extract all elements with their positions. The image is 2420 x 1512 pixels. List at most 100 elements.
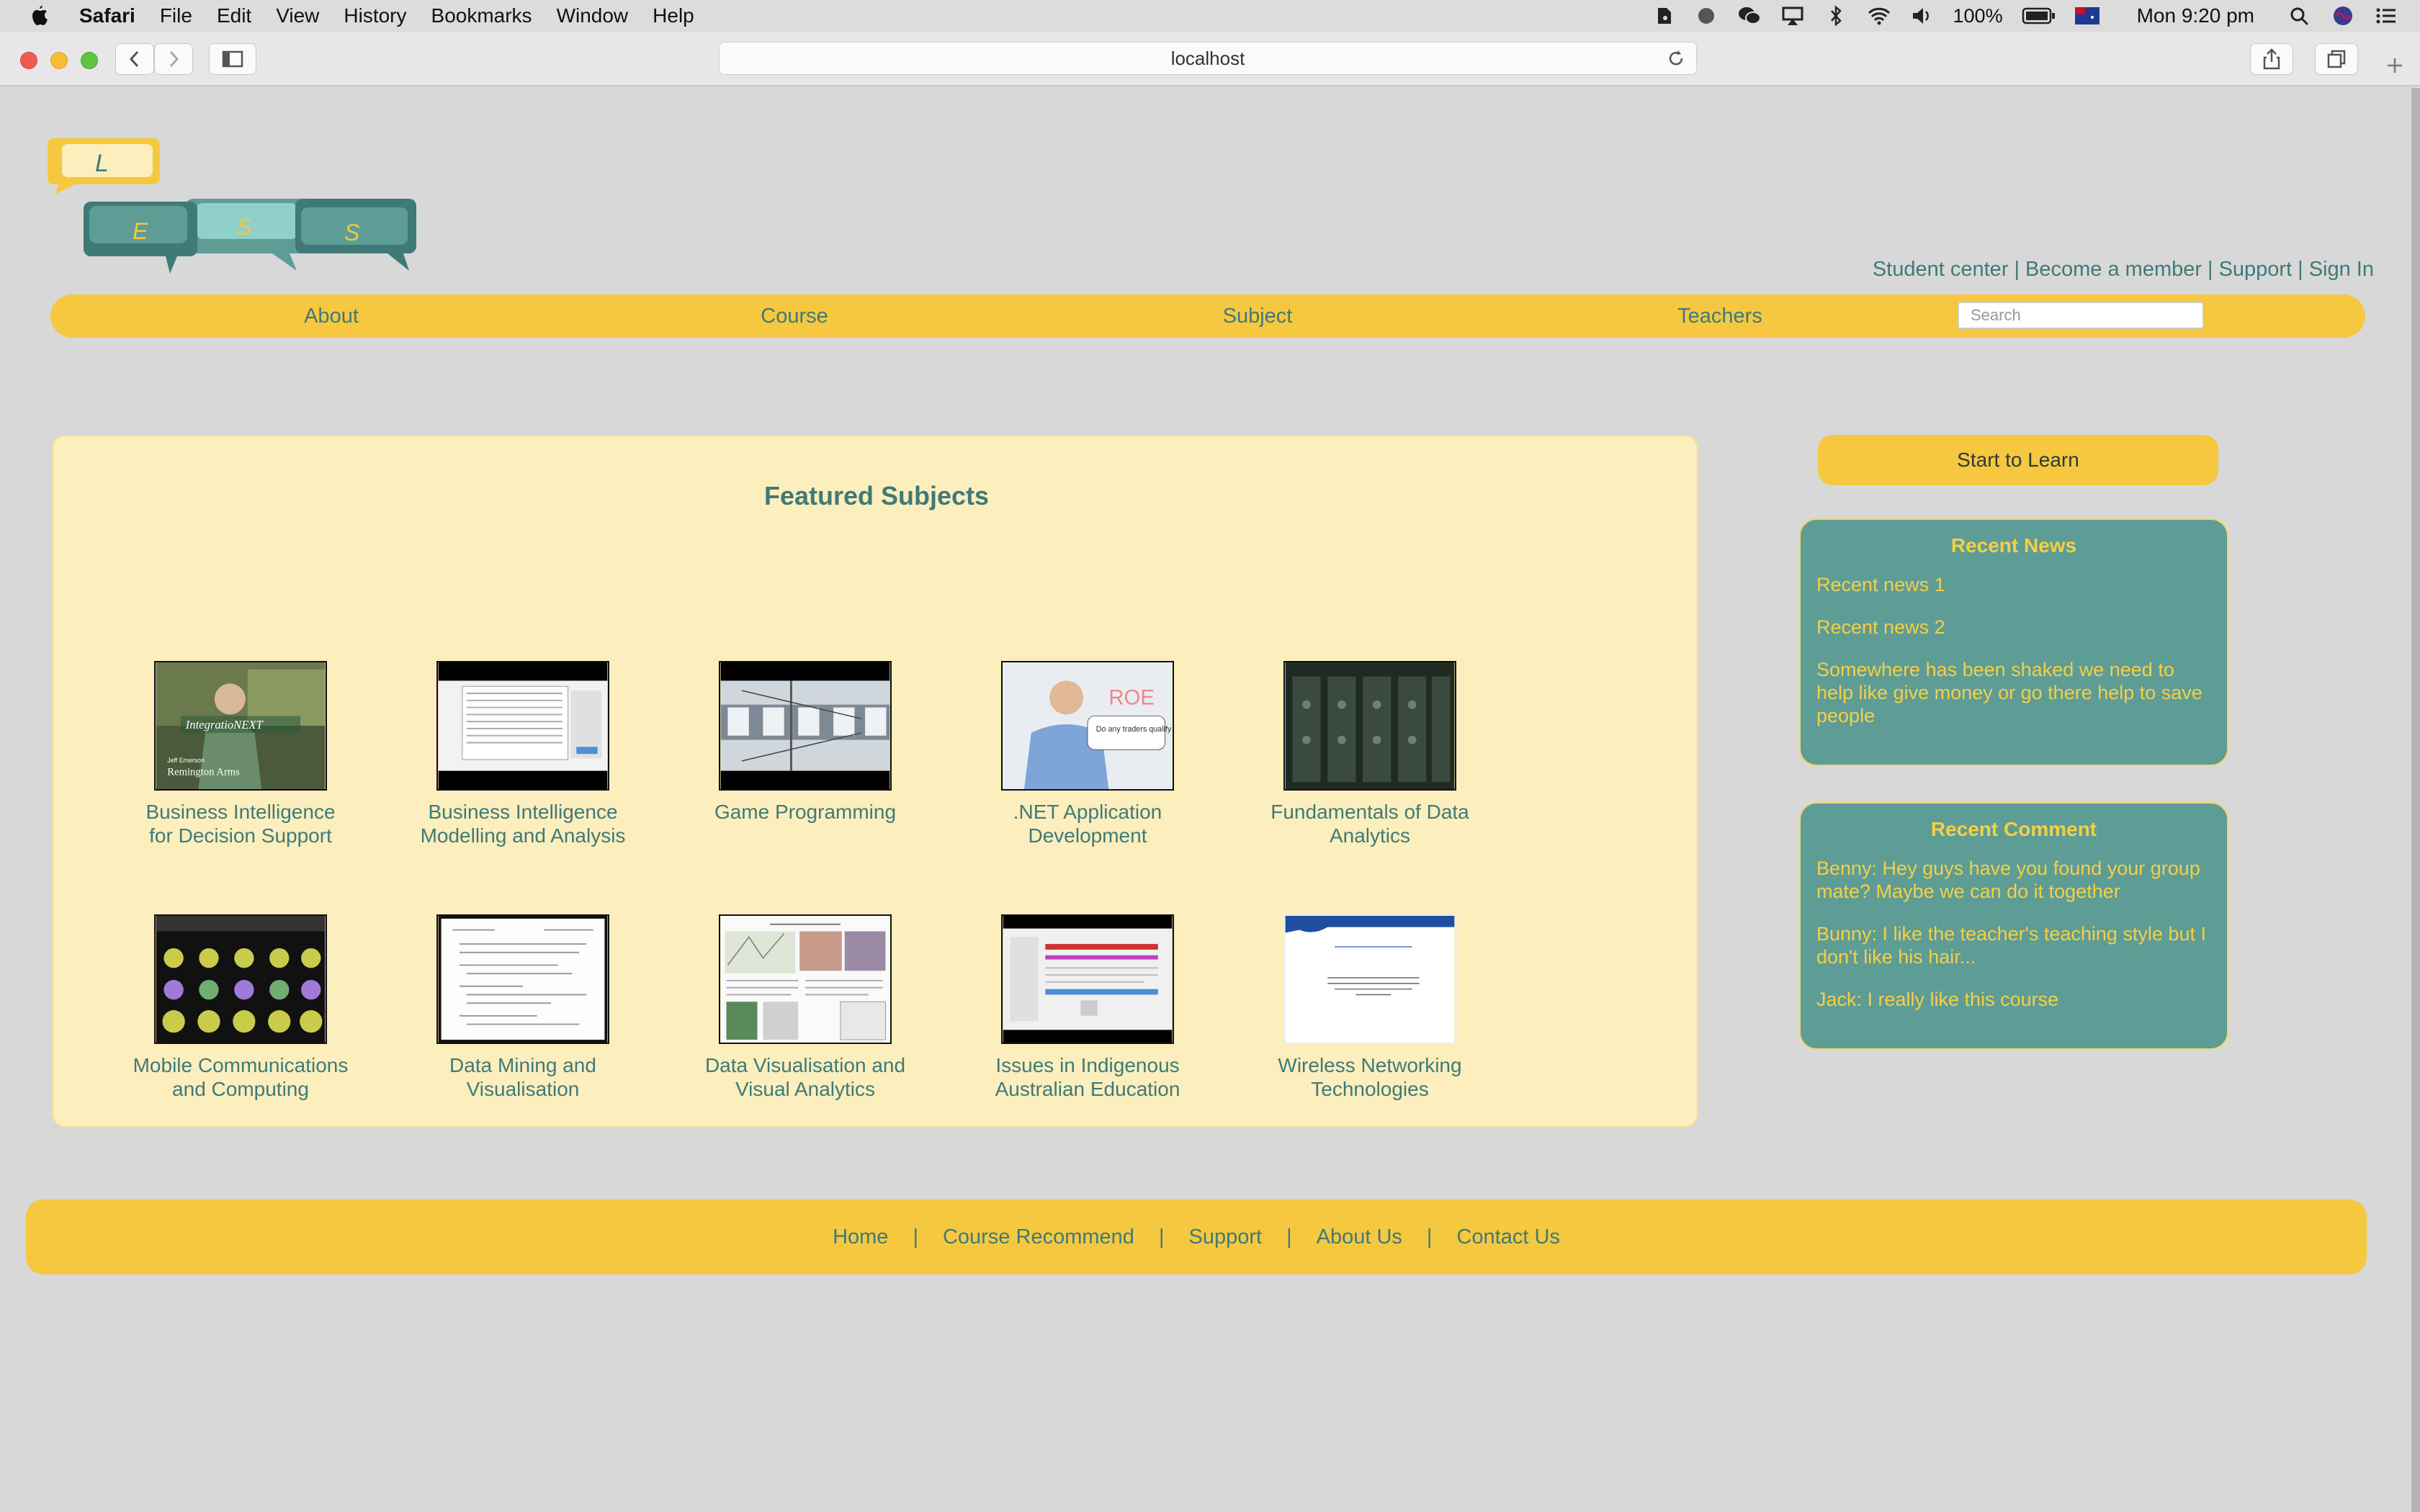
subject-card[interactable]: Data Visualisation and Visual Analytics — [690, 914, 920, 1101]
address-bar[interactable]: localhost — [719, 42, 1697, 75]
site-logo[interactable]: L S E S — [48, 132, 422, 276]
subject-title[interactable]: .NET Application Development — [972, 800, 1203, 847]
menu-file[interactable]: File — [160, 4, 192, 27]
thumb-whiteboard-text: ROE — [1108, 686, 1155, 710]
footer-separator: | — [1286, 1225, 1292, 1248]
tab-overview-button[interactable] — [2315, 43, 2358, 75]
subject-thumbnail[interactable]: IntegratioNEXT Jeff Emerson Remington Ar… — [154, 661, 327, 791]
search-input[interactable] — [1958, 302, 2204, 329]
tabs-icon — [2327, 50, 2346, 68]
minimize-window-button[interactable] — [50, 52, 68, 69]
chevron-right-icon — [169, 50, 179, 68]
subject-thumbnail[interactable] — [436, 661, 609, 791]
subject-title[interactable]: Data Mining and Visualisation — [408, 1053, 638, 1101]
apple-icon[interactable] — [29, 4, 50, 27]
wechat-icon[interactable] — [1737, 5, 1762, 27]
subject-thumbnail[interactable]: ROE Do any traders qualify as a startup? — [1001, 661, 1218, 791]
bluetooth-icon[interactable] — [1824, 5, 1848, 27]
spotlight-search-icon[interactable] — [2287, 5, 2312, 27]
footer-course-recommend-link[interactable]: Course Recommend — [943, 1225, 1134, 1249]
link-separator: | — [2298, 258, 2303, 281]
evernote-icon[interactable] — [1651, 5, 1675, 27]
subject-title[interactable]: Issues in Indigenous Australian Education — [972, 1053, 1203, 1101]
footer-separator: | — [1158, 1225, 1165, 1248]
close-window-button[interactable] — [20, 52, 37, 69]
input-source-flag-icon[interactable] — [2074, 7, 2099, 24]
menu-edit[interactable]: Edit — [217, 4, 251, 27]
main-nav: About Course Subject Teachers — [50, 294, 2365, 338]
subject-card[interactable]: Data Mining and Visualisation — [408, 914, 638, 1101]
subject-thumbnail[interactable] — [1283, 661, 1456, 791]
subject-title[interactable]: Business Intelligence Modelling and Analy… — [408, 800, 638, 847]
recent-news-title: Recent News — [1950, 534, 2077, 557]
volume-icon[interactable] — [1910, 5, 1935, 27]
featured-title: Featured Subjects — [763, 481, 990, 510]
airplay-icon[interactable] — [1780, 5, 1805, 27]
status-dot-icon[interactable] — [1694, 5, 1718, 27]
subject-title[interactable]: Mobile Communications and Computing — [125, 1053, 356, 1101]
link-separator: | — [2208, 258, 2213, 281]
wifi-icon[interactable] — [1867, 5, 1891, 27]
subject-card[interactable]: Issues in Indigenous Australian Education — [972, 914, 1203, 1101]
subject-card[interactable]: Business Intelligence Modelling and Analy… — [408, 661, 638, 847]
battery-percent: 100% — [1953, 4, 2003, 27]
news-item[interactable]: Recent news 2 — [1816, 616, 2211, 639]
menu-window[interactable]: Window — [557, 4, 629, 27]
start-to-learn-button[interactable]: Start to Learn — [1818, 435, 2218, 485]
siri-icon[interactable] — [2331, 5, 2355, 27]
reload-icon[interactable] — [1666, 48, 1686, 68]
sidebar-toggle-button[interactable] — [209, 43, 256, 75]
sidebar-icon — [222, 50, 243, 68]
forward-button[interactable] — [154, 43, 193, 75]
footer-support-link[interactable]: Support — [1188, 1225, 1262, 1249]
subject-thumbnail[interactable] — [436, 914, 609, 1044]
share-button[interactable] — [2250, 43, 2293, 75]
menu-history[interactable]: History — [344, 4, 406, 27]
footer-home-link[interactable]: Home — [833, 1225, 888, 1249]
student-center-link[interactable]: Student center — [1873, 258, 2009, 282]
menu-safari[interactable]: Safari — [79, 4, 135, 27]
nav-subject[interactable]: Subject — [1150, 294, 1366, 338]
zoom-window-button[interactable] — [81, 52, 98, 69]
subject-thumbnail[interactable] — [1283, 914, 1456, 1044]
footer-contact-link[interactable]: Contact Us — [1456, 1225, 1559, 1249]
subject-card[interactable]: Fundamentals of Data Analytics — [1255, 661, 1485, 847]
subject-thumbnail[interactable] — [719, 914, 892, 1044]
subject-title[interactable]: Fundamentals of Data Analytics — [1255, 800, 1485, 847]
menu-help[interactable]: Help — [653, 4, 694, 27]
thumb-card-text: Do any traders qualify as a startup? — [1096, 725, 1174, 734]
become-member-link[interactable]: Become a member — [2025, 258, 2202, 282]
menubar-clock[interactable]: Mon 9:20 pm — [2137, 4, 2254, 27]
nav-teachers[interactable]: Teachers — [1612, 294, 1828, 338]
notification-center-icon[interactable] — [2374, 5, 2398, 27]
news-item[interactable]: Somewhere has been shaked we need to hel… — [1816, 658, 2211, 727]
menu-view[interactable]: View — [276, 4, 319, 27]
subject-card[interactable]: Wireless Networking Technologies — [1255, 914, 1485, 1101]
news-item[interactable]: Recent news 1 — [1816, 573, 2211, 596]
subject-card[interactable]: Mobile Communications and Computing — [125, 914, 356, 1101]
new-tab-icon[interactable] — [2384, 55, 2406, 76]
subject-thumbnail[interactable] — [1001, 914, 1174, 1044]
subject-thumbnail[interactable] — [719, 661, 892, 791]
footer-about-link[interactable]: About Us — [1317, 1225, 1402, 1249]
subject-title[interactable]: Business Intelligence for Decision Suppor… — [125, 800, 356, 847]
logo-letter-l: L — [95, 150, 109, 177]
subject-card[interactable]: ROE Do any traders qualify as a startup?… — [972, 661, 1218, 847]
footer-separator: | — [913, 1225, 918, 1248]
support-link[interactable]: Support — [2219, 258, 2293, 282]
macos-menu-bar: Safari File Edit View History Bookmarks … — [0, 0, 2420, 32]
back-button[interactable] — [115, 43, 154, 75]
scrollbar[interactable] — [2411, 88, 2420, 1512]
menu-bookmarks[interactable]: Bookmarks — [431, 4, 532, 27]
subject-card[interactable]: IntegratioNEXT Jeff Emerson Remington Ar… — [125, 661, 356, 847]
subject-thumbnail[interactable] — [154, 914, 327, 1044]
subject-card[interactable]: Game Programming — [690, 661, 920, 824]
subject-title[interactable]: Data Visualisation and Visual Analytics — [690, 1053, 920, 1101]
subject-title[interactable]: Wireless Networking Technologies — [1255, 1053, 1485, 1101]
featured-subjects-panel: Featured Subjects IntegratioNEXT Jeff Em… — [52, 435, 1698, 1128]
battery-icon[interactable] — [2022, 6, 2056, 25]
subject-title[interactable]: Game Programming — [690, 800, 920, 824]
nav-about[interactable]: About — [223, 294, 439, 338]
nav-course[interactable]: Course — [686, 294, 902, 338]
sign-in-link[interactable]: Sign In — [2309, 258, 2374, 282]
